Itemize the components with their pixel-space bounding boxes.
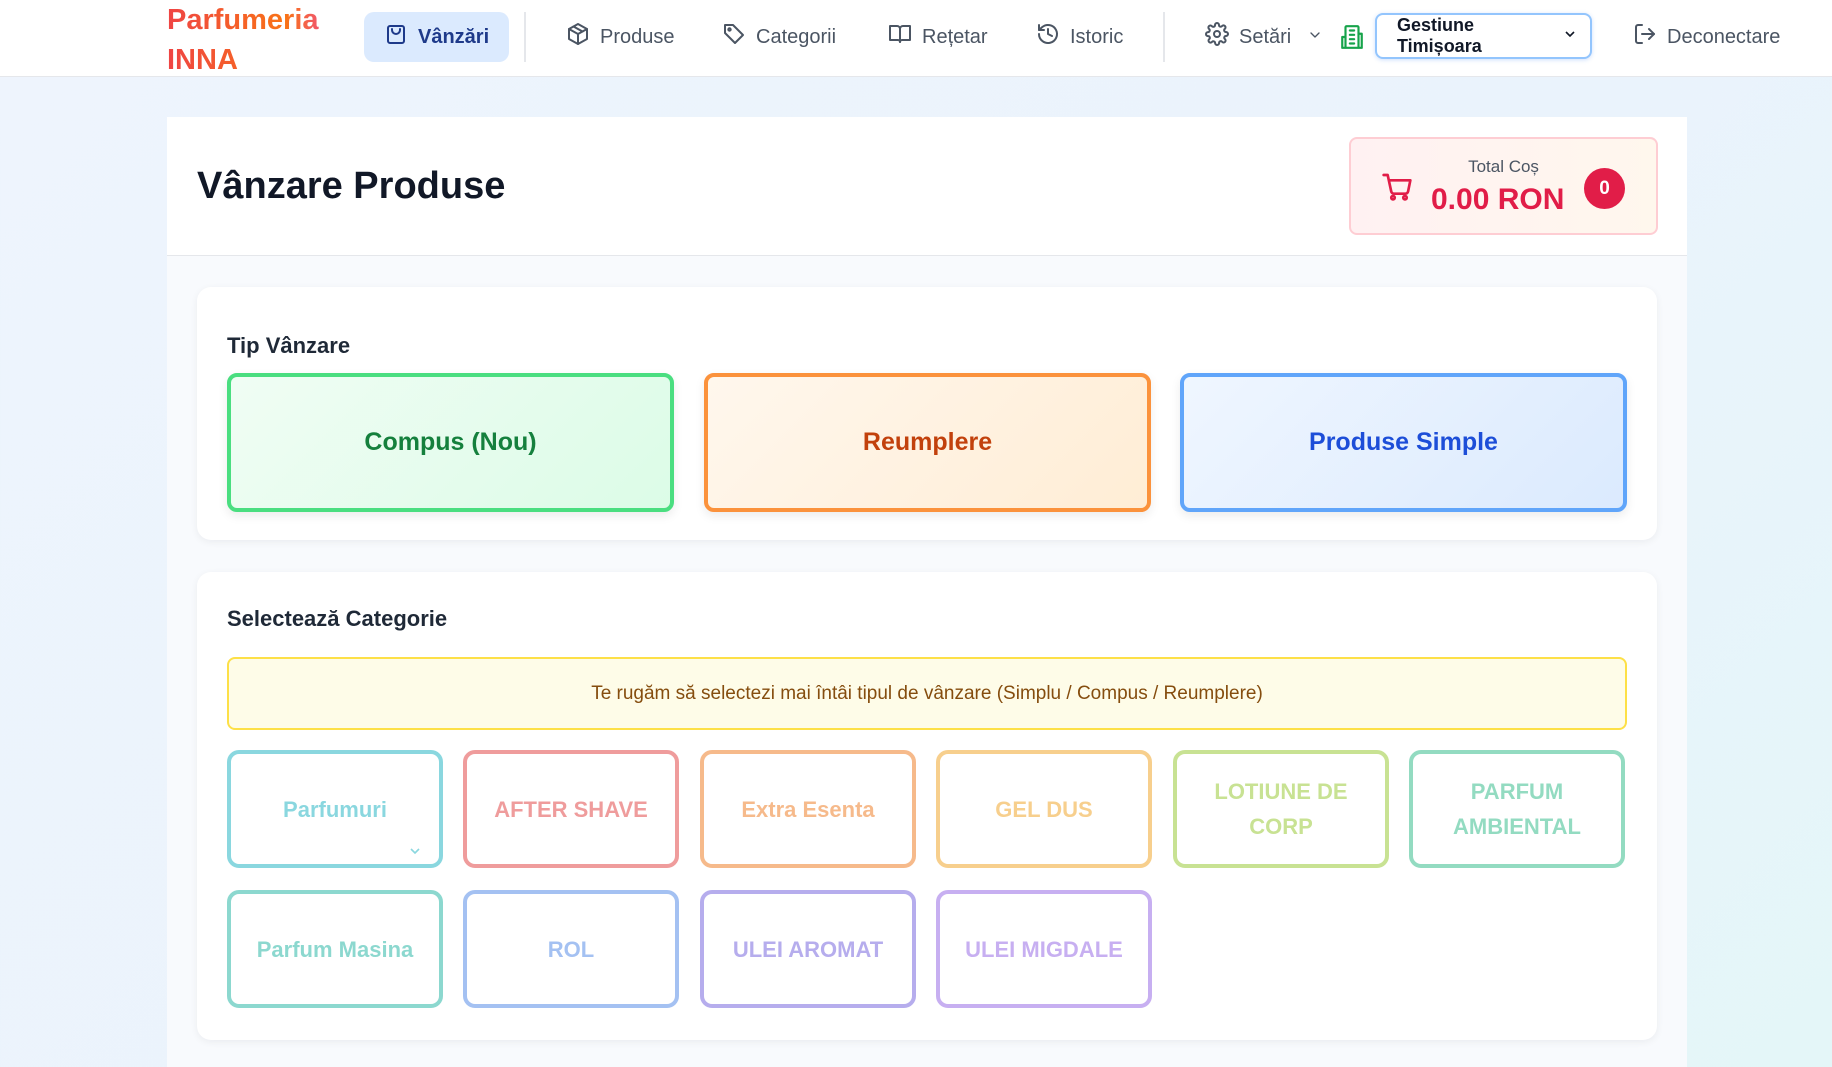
gear-icon xyxy=(1205,22,1229,52)
category-label: AFTER SHAVE xyxy=(494,796,648,822)
category-lotiune-de-corp[interactable]: LOTIUNE DE CORP xyxy=(1173,750,1389,868)
category-label: PARFUM AMBIENTAL xyxy=(1453,779,1581,839)
category-parfum-ambiental[interactable]: PARFUM AMBIENTAL xyxy=(1409,750,1625,868)
category-gel-dus[interactable]: GEL DUS xyxy=(936,750,1152,868)
category-ulei-aromat[interactable]: ULEI AROMAT xyxy=(700,890,916,1008)
sale-type-simple-button[interactable]: Produse Simple xyxy=(1180,373,1627,512)
category-label: ULEI AROMAT xyxy=(732,936,884,962)
main-content: Vânzare Produse Total Coș 0.00 RON 0 Tip… xyxy=(167,117,1687,1067)
nav-item-retetar[interactable]: Rețetar xyxy=(888,12,988,62)
category-label: LOTIUNE DE CORP xyxy=(1214,779,1348,839)
category-label: Parfumuri xyxy=(283,796,387,822)
sale-type-compus-button[interactable]: Compus (Nou) xyxy=(227,373,674,512)
shopping-bag-icon xyxy=(384,22,408,52)
chevron-down-icon xyxy=(1562,26,1578,47)
cart-count-badge: 0 xyxy=(1584,168,1625,209)
nav-divider xyxy=(524,12,526,62)
logout-label: Deconectare xyxy=(1667,25,1781,48)
cart-value: 0.00 RON xyxy=(1431,183,1565,216)
gestiune-selected-value: Gestiune Timișoara xyxy=(1397,15,1482,56)
settings-menu[interactable]: Setări xyxy=(1205,12,1323,62)
book-open-icon xyxy=(888,22,912,52)
category-panel: Selectează Categorie Te rugăm să selecte… xyxy=(197,572,1657,1040)
category-title: Selectează Categorie xyxy=(227,606,448,631)
category-label: GEL DUS xyxy=(995,796,1093,822)
settings-label: Setări xyxy=(1239,25,1292,48)
nav-item-label: Istoric xyxy=(1070,25,1124,48)
gestiune-select[interactable]: Gestiune Timișoara xyxy=(1375,13,1592,59)
cart-total[interactable]: Total Coș 0.00 RON 0 xyxy=(1349,137,1658,235)
category-parfumuri[interactable]: Parfumuri xyxy=(227,750,443,868)
nav-item-label: Vânzări xyxy=(418,25,490,48)
nav-item-istoric[interactable]: Istoric xyxy=(1036,12,1123,62)
category-extra-esenta[interactable]: Extra Esenta xyxy=(700,750,916,868)
category-after-shave[interactable]: AFTER SHAVE xyxy=(463,750,679,868)
sale-type-title: Tip Vânzare xyxy=(227,333,351,358)
nav-item-label: Produse xyxy=(600,25,675,48)
category-label: ULEI MIGDALE xyxy=(965,936,1123,962)
category-label: Extra Esenta xyxy=(741,796,875,822)
category-label: ROL xyxy=(547,936,595,962)
chevron-down-icon xyxy=(407,834,423,855)
page-title: Vânzare Produse xyxy=(197,165,506,207)
nav-item-vanzari[interactable]: Vânzări xyxy=(364,12,510,62)
tag-icon xyxy=(722,22,746,52)
brand-name: Parfumeria xyxy=(167,4,319,36)
top-navigation: Parfumeria INNA Vânzări Produse Categori… xyxy=(0,0,1832,77)
category-ulei-migdale[interactable]: ULEI MIGDALE xyxy=(936,890,1152,1008)
history-icon xyxy=(1036,22,1060,52)
nav-divider xyxy=(1163,12,1165,62)
logout-icon xyxy=(1633,22,1657,52)
brand-logo[interactable]: Parfumeria INNA xyxy=(167,0,337,80)
building-icon xyxy=(1339,24,1365,50)
nav-item-categorii[interactable]: Categorii xyxy=(722,12,836,62)
nav-item-produse[interactable]: Produse xyxy=(566,12,675,62)
nav-item-label: Categorii xyxy=(756,25,837,48)
sale-type-reumplere-button[interactable]: Reumplere xyxy=(704,373,1151,512)
category-label: Parfum Masina xyxy=(256,936,414,962)
select-type-warning: Te rugăm să selectezi mai întâi tipul de… xyxy=(227,657,1627,730)
category-parfum-masina[interactable]: Parfum Masina xyxy=(227,890,443,1008)
category-rol[interactable]: ROL xyxy=(463,890,679,1008)
page-header: Vânzare Produse Total Coș 0.00 RON 0 xyxy=(167,117,1687,256)
logout-button[interactable]: Deconectare xyxy=(1633,12,1780,62)
chevron-down-icon xyxy=(1301,26,1323,49)
brand-subname: INNA xyxy=(167,44,238,76)
box-icon xyxy=(566,22,590,52)
nav-item-label: Rețetar xyxy=(922,25,988,48)
sale-type-panel: Tip Vânzare Compus (Nou) Reumplere Produ… xyxy=(197,287,1657,540)
